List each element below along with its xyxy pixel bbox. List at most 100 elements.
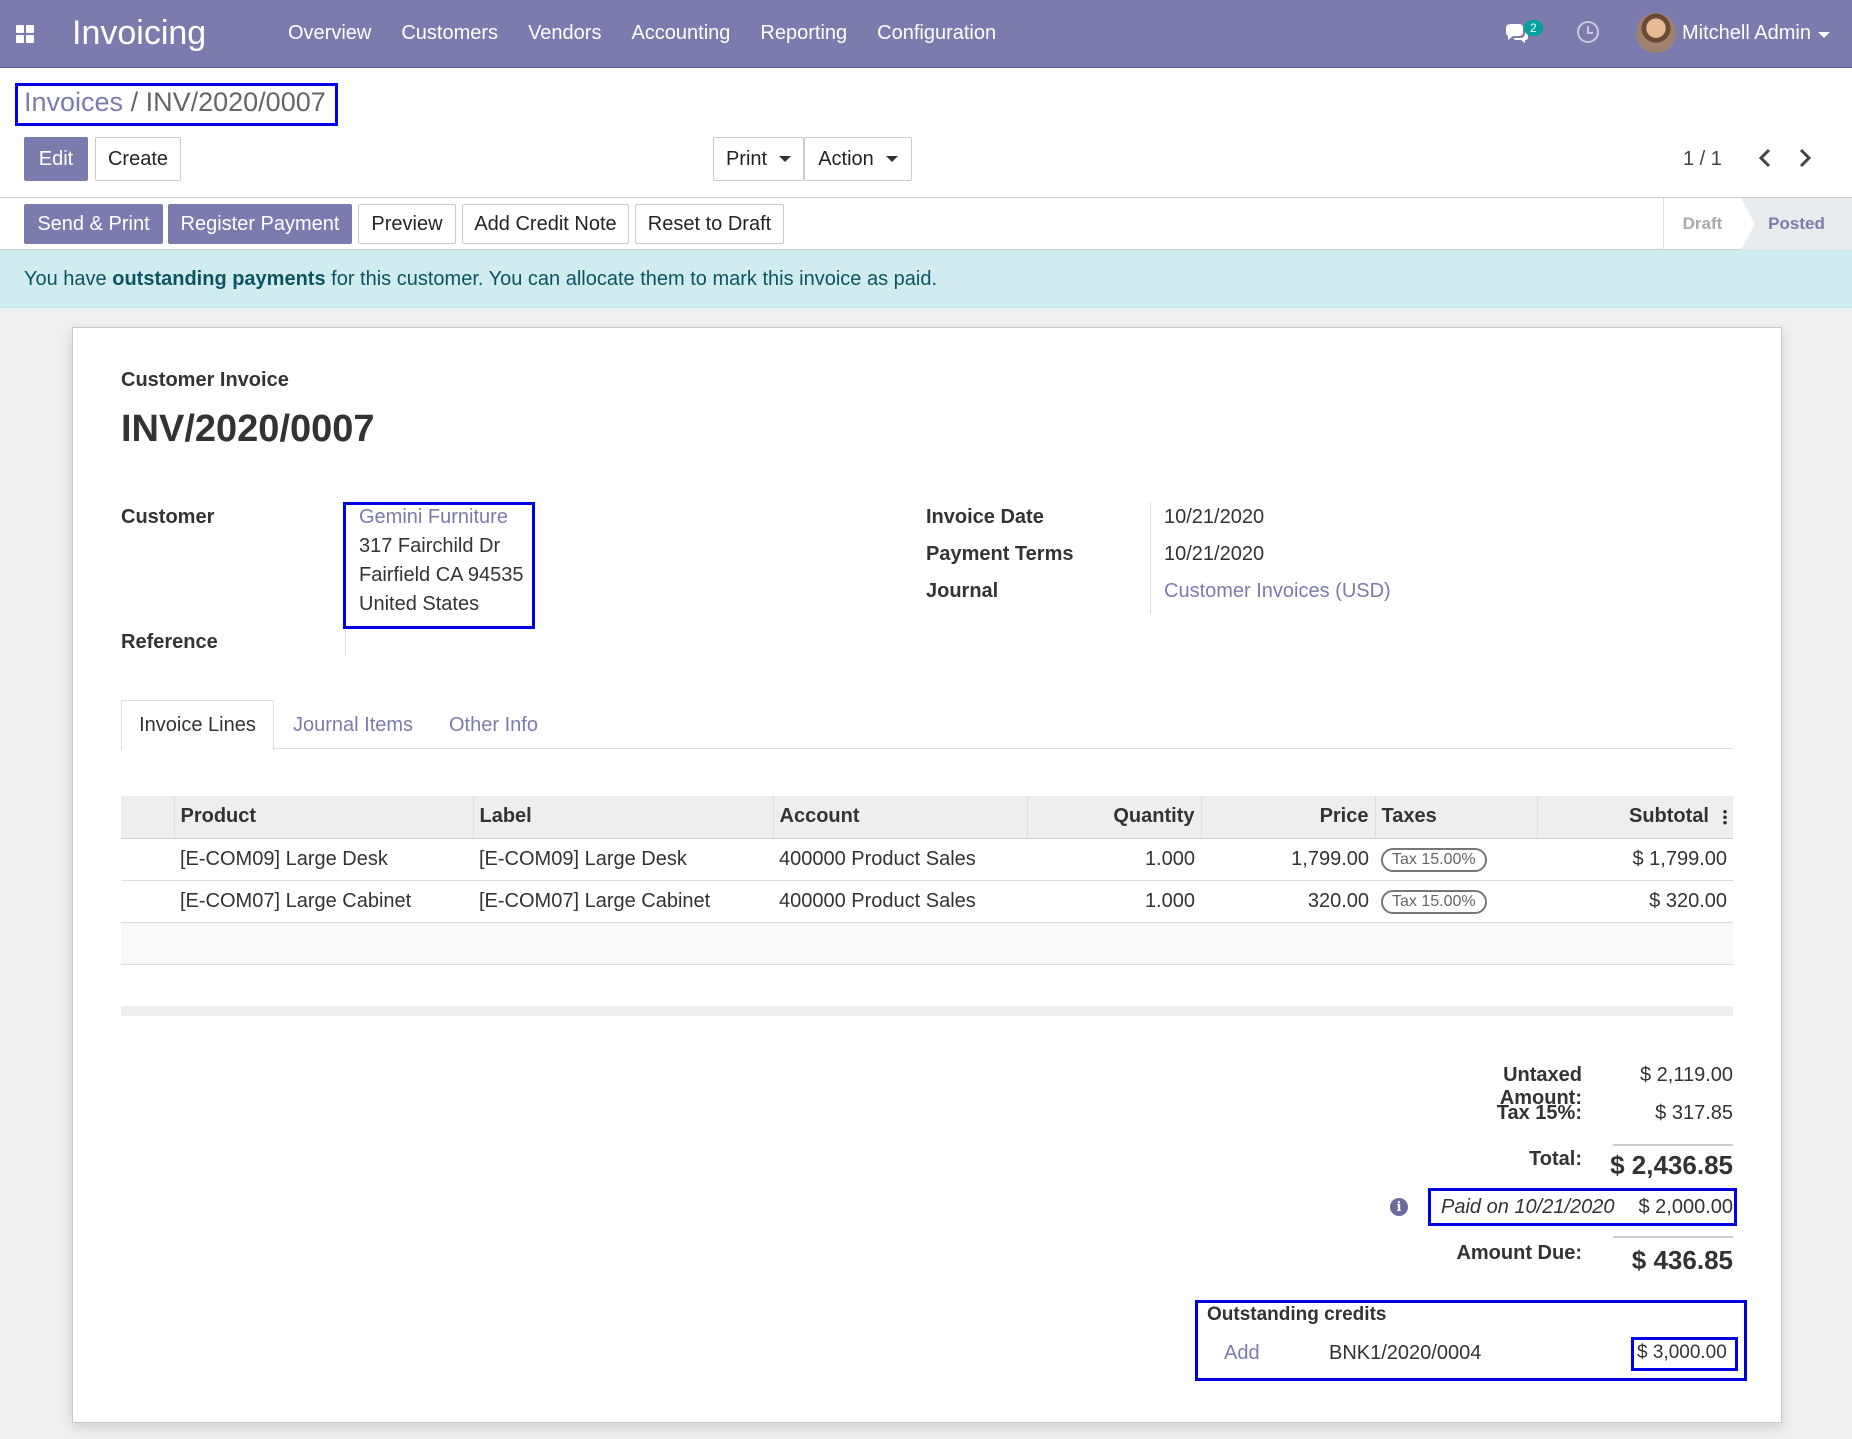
action-label: Action (818, 147, 874, 170)
menu-accounting[interactable]: Accounting (631, 22, 730, 45)
alert-prefix: You have (24, 268, 113, 290)
create-button[interactable]: Create (95, 137, 181, 181)
empty-row (121, 964, 1733, 1007)
total-separator (1613, 1144, 1733, 1146)
stage-posted[interactable]: Posted (1741, 198, 1852, 250)
menu-configuration[interactable]: Configuration (877, 22, 996, 45)
header-price[interactable]: Price (1201, 796, 1376, 839)
journal-label: Journal (926, 580, 999, 602)
chevron-right-icon[interactable] (1798, 148, 1812, 168)
tax-value: $ 317.85 (1655, 1102, 1733, 1124)
outstanding-credits-title: Outstanding credits (1207, 1304, 1387, 1325)
cell-account[interactable]: 400000 Product Sales (773, 838, 1027, 881)
field-divider (1150, 502, 1151, 614)
edit-button[interactable]: Edit (24, 137, 88, 181)
table-row[interactable]: [E-COM07] Large Cabinet [E-COM07] Large … (121, 880, 1733, 923)
breadcrumb-invoices-link[interactable]: Invoices (24, 87, 123, 117)
alert-suffix: for this customer. You can allocate them… (325, 268, 938, 290)
register-payment-button[interactable]: Register Payment (168, 204, 352, 244)
header-account[interactable]: Account (773, 796, 1028, 839)
total-value: $ 2,436.85 (1610, 1150, 1733, 1180)
cell-taxes[interactable]: Tax 15.00% (1375, 880, 1537, 923)
apps-grid-icon[interactable] (16, 25, 34, 43)
cell-price[interactable]: 320.00 (1201, 880, 1375, 923)
journal-link[interactable]: Customer Invoices (USD) (1164, 580, 1391, 603)
amount-due-value: $ 436.85 (1631, 1245, 1733, 1275)
invoice-date-value: 10/21/2020 (1164, 506, 1265, 528)
due-separator (1613, 1236, 1733, 1238)
menu-customers[interactable]: Customers (401, 22, 498, 45)
credit-amount: $ 3,000.00 (1637, 1342, 1727, 1363)
chevron-down-icon[interactable] (1818, 32, 1830, 38)
menu-vendors[interactable]: Vendors (528, 22, 601, 45)
table-row[interactable]: [E-COM09] Large Desk [E-COM09] Large Des… (121, 838, 1733, 881)
cell-account[interactable]: 400000 Product Sales (773, 880, 1027, 923)
invoice-number-title: INV/2020/0007 (121, 408, 375, 450)
customer-label: Customer (121, 506, 215, 528)
pager-value[interactable]: 1 / 1 (1683, 148, 1722, 171)
cell-quantity[interactable]: 1.000 (1027, 838, 1201, 881)
handle-column (121, 796, 175, 839)
breadcrumb-separator: / (130, 87, 139, 117)
preview-button[interactable]: Preview (358, 204, 456, 244)
add-credit-note-button[interactable]: Add Credit Note (462, 204, 629, 244)
header-label[interactable]: Label (473, 796, 774, 839)
app-brand[interactable]: Invoicing (72, 14, 206, 53)
clock-icon[interactable] (1577, 21, 1599, 43)
invoice-lines-table: Product Label Account Quantity Price Tax… (121, 796, 1733, 1007)
tab-journal-items[interactable]: Journal Items (293, 714, 413, 737)
print-dropdown[interactable]: Print (713, 137, 804, 181)
menu-reporting[interactable]: Reporting (760, 22, 847, 45)
reference-field[interactable] (345, 630, 346, 656)
info-icon[interactable]: i (1390, 1198, 1408, 1216)
top-navbar: Invoicing Overview Customers Vendors Acc… (0, 0, 1852, 68)
header-product[interactable]: Product (174, 796, 474, 839)
paid-on-label: Paid on 10/21/2020 (1441, 1196, 1615, 1218)
cell-price[interactable]: 1,799.00 (1201, 838, 1375, 881)
invoice-type-label: Customer Invoice (121, 369, 289, 391)
tab-invoice-lines[interactable]: Invoice Lines (121, 700, 274, 750)
cell-product[interactable]: [E-COM09] Large Desk (174, 838, 473, 881)
customer-name-link[interactable]: Gemini Furniture (359, 506, 508, 529)
tab-other-info[interactable]: Other Info (449, 714, 538, 737)
outstanding-payments-alert: You have outstanding payments for this c… (0, 250, 1852, 308)
table-footer (121, 1006, 1733, 1016)
header-subtotal[interactable]: Subtotal (1537, 796, 1733, 839)
caret-down-icon (885, 156, 898, 162)
paid-amount: $ 2,000.00 (1638, 1196, 1733, 1218)
credit-reference: BNK1/2020/0004 (1329, 1342, 1482, 1364)
cell-label[interactable]: [E-COM07] Large Cabinet (473, 880, 773, 923)
cell-taxes[interactable]: Tax 15.00% (1375, 838, 1537, 881)
menu-overview[interactable]: Overview (288, 22, 371, 45)
amount-due-label: Amount Due: (1456, 1242, 1582, 1264)
add-credit-link[interactable]: Add (1224, 1342, 1260, 1365)
chevron-left-icon[interactable] (1758, 148, 1772, 168)
empty-row (121, 922, 1733, 965)
reference-label: Reference (121, 631, 218, 653)
cell-quantity[interactable]: 1.000 (1027, 880, 1201, 923)
action-dropdown[interactable]: Action (804, 137, 912, 181)
cell-product[interactable]: [E-COM07] Large Cabinet (174, 880, 473, 923)
send-print-button[interactable]: Send & Print (24, 204, 163, 244)
row-handle (121, 880, 174, 923)
header-taxes[interactable]: Taxes (1375, 796, 1538, 839)
header-quantity[interactable]: Quantity (1027, 796, 1202, 839)
tax-badge: Tax 15.00% (1381, 847, 1487, 872)
stage-draft[interactable]: Draft (1663, 198, 1741, 250)
kebab-menu-icon[interactable] (1723, 808, 1727, 825)
breadcrumb: Invoices / INV/2020/0007 (24, 87, 326, 118)
alert-bold: outstanding payments (112, 268, 326, 290)
cell-label[interactable]: [E-COM09] Large Desk (473, 838, 773, 881)
user-name[interactable]: Mitchell Admin (1682, 22, 1811, 45)
reset-to-draft-button[interactable]: Reset to Draft (635, 204, 784, 244)
tabs-divider (121, 748, 1733, 749)
breadcrumb-current: INV/2020/0007 (145, 87, 326, 117)
tax-badge: Tax 15.00% (1381, 889, 1487, 914)
cell-subtotal: $ 1,799.00 (1537, 838, 1733, 881)
row-handle (121, 838, 174, 881)
table-header-row: Product Label Account Quantity Price Tax… (121, 796, 1733, 839)
payment-terms-label: Payment Terms (926, 543, 1074, 565)
untaxed-amount-value: $ 2,119.00 (1639, 1064, 1733, 1086)
avatar[interactable] (1636, 13, 1676, 53)
print-label: Print (725, 147, 768, 170)
